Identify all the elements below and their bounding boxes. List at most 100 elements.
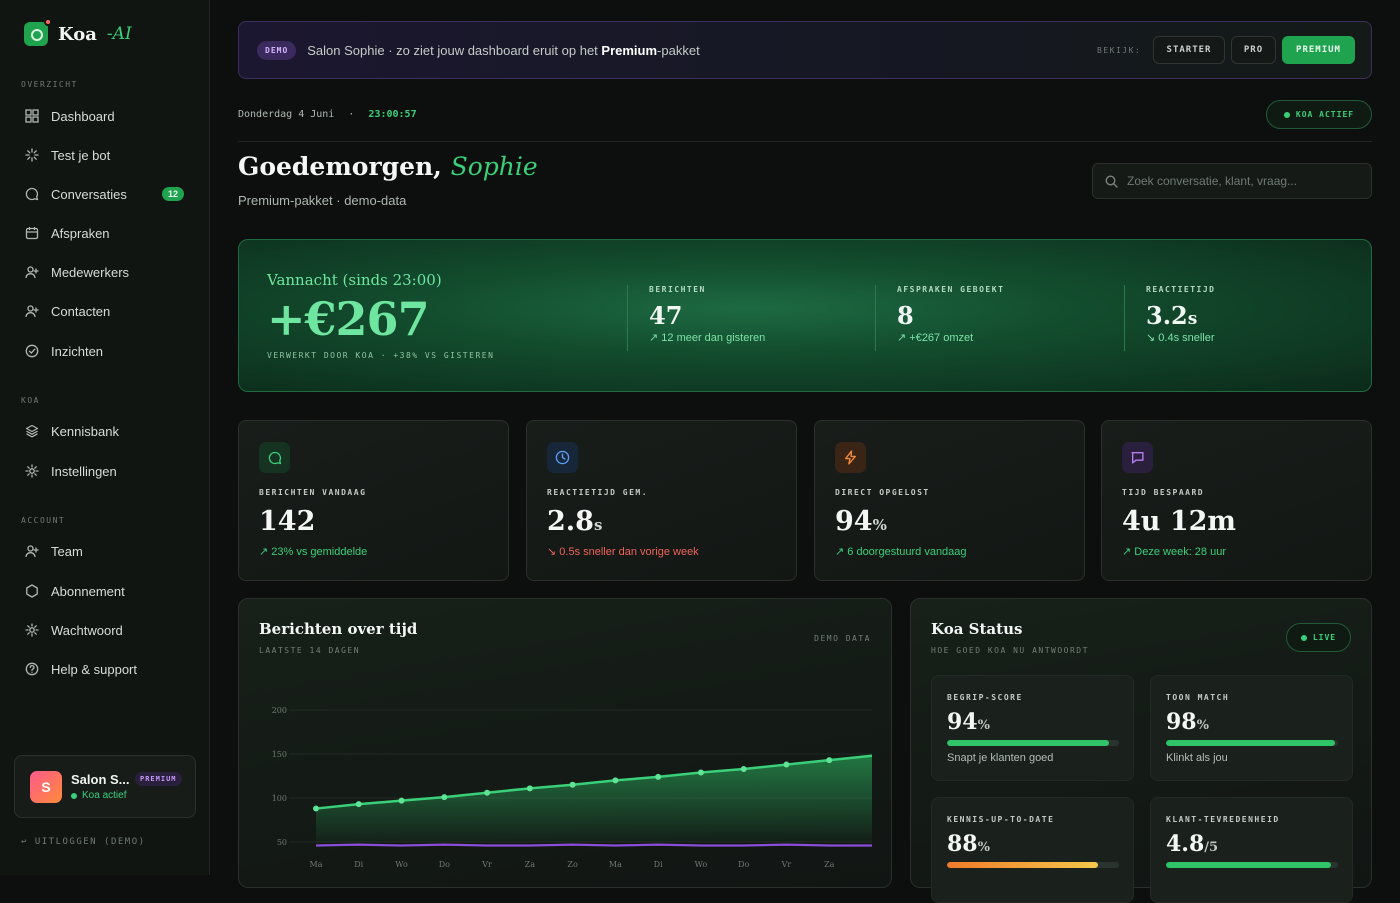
status-title: Koa Status — [931, 620, 1023, 638]
stat-card-berichten-vandaag[interactable]: BERICHTEN VANDAAG 142 ↗ 23% vs gemiddelde — [238, 420, 509, 581]
stat-label: DIRECT OPGELOST — [835, 488, 930, 497]
data-point — [313, 805, 319, 812]
gear-icon — [25, 464, 39, 478]
sidebar-item-team[interactable]: Team — [14, 535, 196, 567]
metric-kennis-up-to-date: KENNIS-UP-TO-DATE 88% — [931, 797, 1134, 903]
stat-card-reactietijd-gem[interactable]: REACTIETIJD GEM. 2.8s ↘ 0.5s sneller dan v… — [526, 420, 797, 581]
logout-link[interactable]: ↩ UITLOGGEN (DEMO) — [21, 837, 146, 847]
sidebar-item-kennisbank[interactable]: Kennisbank — [14, 415, 196, 447]
sidebar-item-label: Instellingen — [51, 463, 117, 479]
brand-name: Koa — [58, 23, 97, 45]
hero-value: +€267 — [267, 292, 430, 346]
metric-value: 88% — [947, 831, 990, 857]
stat-label: BERICHTEN VANDAAG — [259, 488, 367, 497]
plan-pro-button[interactable]: PRO — [1231, 36, 1276, 64]
stat-delta: ↘ 0.5s sneller dan vorige week — [547, 546, 699, 558]
brand[interactable]: Koa -AI — [24, 18, 132, 46]
x-tick-label: Ma — [609, 860, 622, 869]
series-line-secondary — [315, 843, 872, 847]
sidebar-item-label: Inzichten — [51, 343, 104, 359]
data-point — [612, 777, 619, 784]
sidebar-item-test-je-bot[interactable]: Test je bot — [14, 139, 196, 171]
profile-card[interactable]: S Salon S... PREMIUM Koa actief — [14, 755, 196, 818]
y-tick-label: 100 — [272, 794, 287, 803]
x-tick-label: Vr — [781, 860, 792, 869]
plan-premium-button[interactable]: PREMIUM — [1282, 36, 1355, 64]
metric-value: 4.8/5 — [1166, 831, 1219, 857]
check-circle-icon — [25, 344, 39, 358]
data-point — [526, 785, 533, 792]
gear-icon — [25, 623, 39, 637]
metric-note: Klinkt als jou — [1166, 752, 1228, 764]
y-tick-label: 50 — [277, 838, 287, 847]
live-dot-icon — [1300, 634, 1307, 641]
stat-delta: ↗ 6 doorgestuurd vandaag — [835, 546, 967, 558]
search-box[interactable] — [1092, 163, 1372, 199]
demo-banner-text: Salon Sophie · zo ziet jouw dashboard er… — [307, 42, 700, 58]
hero-stat-afspraken: AFSPRAKEN GEBOEKT 8 ↗ +€267 omzet — [875, 285, 1004, 351]
stat-value: 2.8s — [547, 506, 603, 537]
metric-value: 98% — [1166, 709, 1209, 735]
user-plus-icon — [25, 265, 39, 279]
x-tick-label: Do — [439, 860, 450, 869]
date-time: Donderdag 4 Juni · 23:00:57 — [238, 109, 417, 120]
chat-icon — [259, 442, 290, 473]
x-tick-label: Ma — [310, 860, 323, 869]
y-tick-label: 150 — [272, 750, 287, 759]
search-input[interactable] — [1127, 174, 1357, 188]
metric-progress-bar — [947, 740, 1119, 746]
data-point — [697, 769, 704, 776]
metric-note: Snapt je klanten goed — [947, 752, 1054, 764]
nav-section-koa: KOA — [21, 396, 40, 405]
data-point — [441, 794, 448, 801]
search-icon — [1105, 174, 1118, 188]
koa-logo-icon — [24, 18, 52, 46]
x-tick-label: Wo — [695, 860, 708, 869]
metric-label: KLANT-TEVREDENHEID — [1166, 815, 1280, 824]
plan-starter-button[interactable]: STARTER — [1153, 36, 1225, 64]
sidebar-item-abonnement[interactable]: Abonnement — [14, 575, 196, 607]
hero-stat-reactietijd: REACTIETIJD 3.2s ↘ 0.4s sneller — [1124, 285, 1215, 351]
metric-label: TOON MATCH — [1166, 693, 1230, 702]
data-point — [569, 781, 576, 788]
stat-card-tijd-bespaard[interactable]: TIJD BESPAARD 4u 12m ↗ Deze week: 28 uur — [1101, 420, 1372, 581]
sidebar-item-help-support[interactable]: Help & support — [14, 653, 196, 685]
metric-progress-bar — [1166, 740, 1338, 746]
data-point — [484, 789, 491, 796]
page-subtitle: Premium-pakket · demo-data — [238, 193, 407, 208]
sidebar-item-inzichten[interactable]: Inzichten — [14, 335, 196, 367]
messages-chart-panel: Berichten over tijd LAATSTE 14 DAGEN DEM… — [238, 598, 892, 888]
divider — [238, 141, 1372, 142]
metric-label: KENNIS-UP-TO-DATE — [947, 815, 1055, 824]
sidebar-item-label: Wachtwoord — [51, 622, 123, 638]
sidebar-item-label: Help & support — [51, 661, 137, 677]
brand-suffix: -AI — [106, 24, 132, 44]
bolt-icon — [835, 442, 866, 473]
message-icon — [1122, 442, 1153, 473]
x-tick-label: Di — [354, 860, 363, 869]
sidebar-item-conversaties[interactable]: Conversaties 12 — [14, 178, 196, 210]
sidebar-item-dashboard[interactable]: Dashboard — [14, 100, 196, 132]
sidebar-item-medewerkers[interactable]: Medewerkers — [14, 256, 196, 288]
sidebar-item-label: Dashboard — [51, 108, 115, 124]
stat-label: REACTIETIJD GEM. — [547, 488, 649, 497]
user-plus-icon — [25, 304, 39, 318]
profile-name: Salon S... — [71, 772, 130, 787]
stat-delta: ↗ 23% vs gemiddelde — [259, 546, 368, 558]
messages-chart: 50 100 150 200 Ma Di Wo Do Vr Za Zo Ma Di Wo Do Vr Za — [272, 706, 873, 869]
sidebar-item-label: Team — [51, 543, 83, 559]
plan-badge: PREMIUM — [135, 772, 182, 786]
sidebar-item-contacten[interactable]: Contacten — [14, 295, 196, 327]
sidebar-item-label: Medewerkers — [51, 264, 130, 280]
data-point — [355, 801, 362, 808]
sidebar-item-afspraken[interactable]: Afspraken — [14, 217, 196, 249]
help-icon — [25, 662, 39, 676]
sidebar-item-wachtwoord[interactable]: Wachtwoord — [14, 614, 196, 646]
stat-card-direct-opgelost[interactable]: DIRECT OPGELOST 94% ↗ 6 doorgestuurd vanda… — [814, 420, 1085, 581]
sidebar-item-label: Conversaties — [51, 186, 127, 202]
x-tick-label: Do — [738, 860, 749, 869]
data-point — [740, 765, 747, 772]
clock-text: 23:00:57 — [368, 109, 417, 120]
koa-status-panel: Koa Status HOE GOED KOA NU ANTWOORDT LIV… — [910, 598, 1372, 903]
sidebar-item-instellingen[interactable]: Instellingen — [14, 455, 196, 487]
